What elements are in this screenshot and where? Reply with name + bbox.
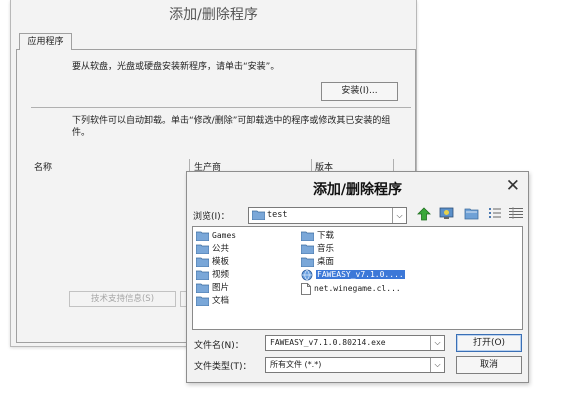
tab-applications[interactable]: 应用程序 [19, 33, 72, 50]
window-title: 添加/删除程序 [169, 7, 258, 23]
divider [31, 107, 411, 108]
new-folder-icon[interactable] [463, 207, 480, 222]
list-item[interactable]: 公共 [196, 243, 229, 255]
up-folder-icon[interactable] [415, 207, 432, 222]
folder-icon [196, 257, 209, 267]
look-in-label: 浏览(I)： [193, 212, 230, 222]
close-icon[interactable]: ✕ [506, 176, 520, 196]
chevron-down-icon[interactable]: ⌵ [430, 358, 444, 372]
dialog-title: 添加/删除程序 [312, 182, 403, 198]
chevron-down-icon[interactable]: ⌵ [392, 208, 406, 223]
list-item[interactable]: net.winegame.cl... [301, 283, 401, 295]
details-view-icon[interactable] [507, 207, 524, 222]
folder-icon [196, 296, 209, 306]
file-name-field[interactable]: FAWEASY_v7.1.0.80214.exe ⌵ [265, 335, 445, 351]
folder-icon [301, 244, 314, 254]
list-item[interactable]: Games [196, 230, 236, 242]
list-view-icon[interactable] [487, 207, 504, 222]
cancel-button[interactable]: 取消 [456, 356, 522, 374]
open-file-dialog: 添加/删除程序 ✕ 浏览(I)： test ⌵ Games 公共 模板 视频 图… [186, 171, 529, 383]
look-in-dropdown[interactable]: test ⌵ [248, 207, 407, 224]
install-button[interactable]: 安装(I)... [321, 82, 398, 101]
folder-icon [301, 257, 314, 267]
list-item-selected[interactable]: FAWEASY_v7.1.0.... [301, 269, 405, 281]
file-list[interactable]: Games 公共 模板 视频 图片 文档 下载 音乐 桌面 FAWEASY_v7… [192, 226, 523, 330]
install-instructions: 要从软盘，光盘或硬盘安装新程序，请单击“安装”。 [72, 62, 280, 72]
list-item[interactable]: 视频 [196, 269, 229, 281]
desktop-icon[interactable] [438, 207, 455, 222]
globe-icon [301, 269, 313, 281]
list-item[interactable]: 模板 [196, 256, 229, 268]
list-item[interactable]: 桌面 [301, 256, 334, 268]
folder-icon [252, 210, 265, 220]
folder-icon [196, 283, 209, 293]
folder-icon [196, 244, 209, 254]
folder-icon [196, 270, 209, 280]
folder-icon [196, 231, 209, 241]
file-icon [301, 283, 311, 295]
list-item[interactable]: 图片 [196, 282, 229, 294]
list-item[interactable]: 音乐 [301, 243, 334, 255]
list-item[interactable]: 文档 [196, 295, 229, 307]
file-name-label: 文件名(N)： [194, 341, 244, 351]
uninstall-instructions: 下列软件可以自动卸载。单击“修改/删除”可卸载选中的程序或修改其已安装的组件。 [72, 116, 391, 138]
open-button[interactable]: 打开(O) [456, 334, 522, 352]
current-folder: test [267, 210, 288, 220]
chevron-down-icon[interactable]: ⌵ [430, 336, 444, 350]
file-type-label: 文件类型(T)： [194, 362, 252, 372]
folder-icon [301, 231, 314, 241]
column-name[interactable]: 名称 [34, 160, 52, 173]
list-item[interactable]: 下载 [301, 230, 334, 242]
file-type-select[interactable]: 所有文件 (*.*) ⌵ [265, 357, 445, 373]
support-info-button[interactable]: 技术支持信息(S) [69, 291, 176, 307]
